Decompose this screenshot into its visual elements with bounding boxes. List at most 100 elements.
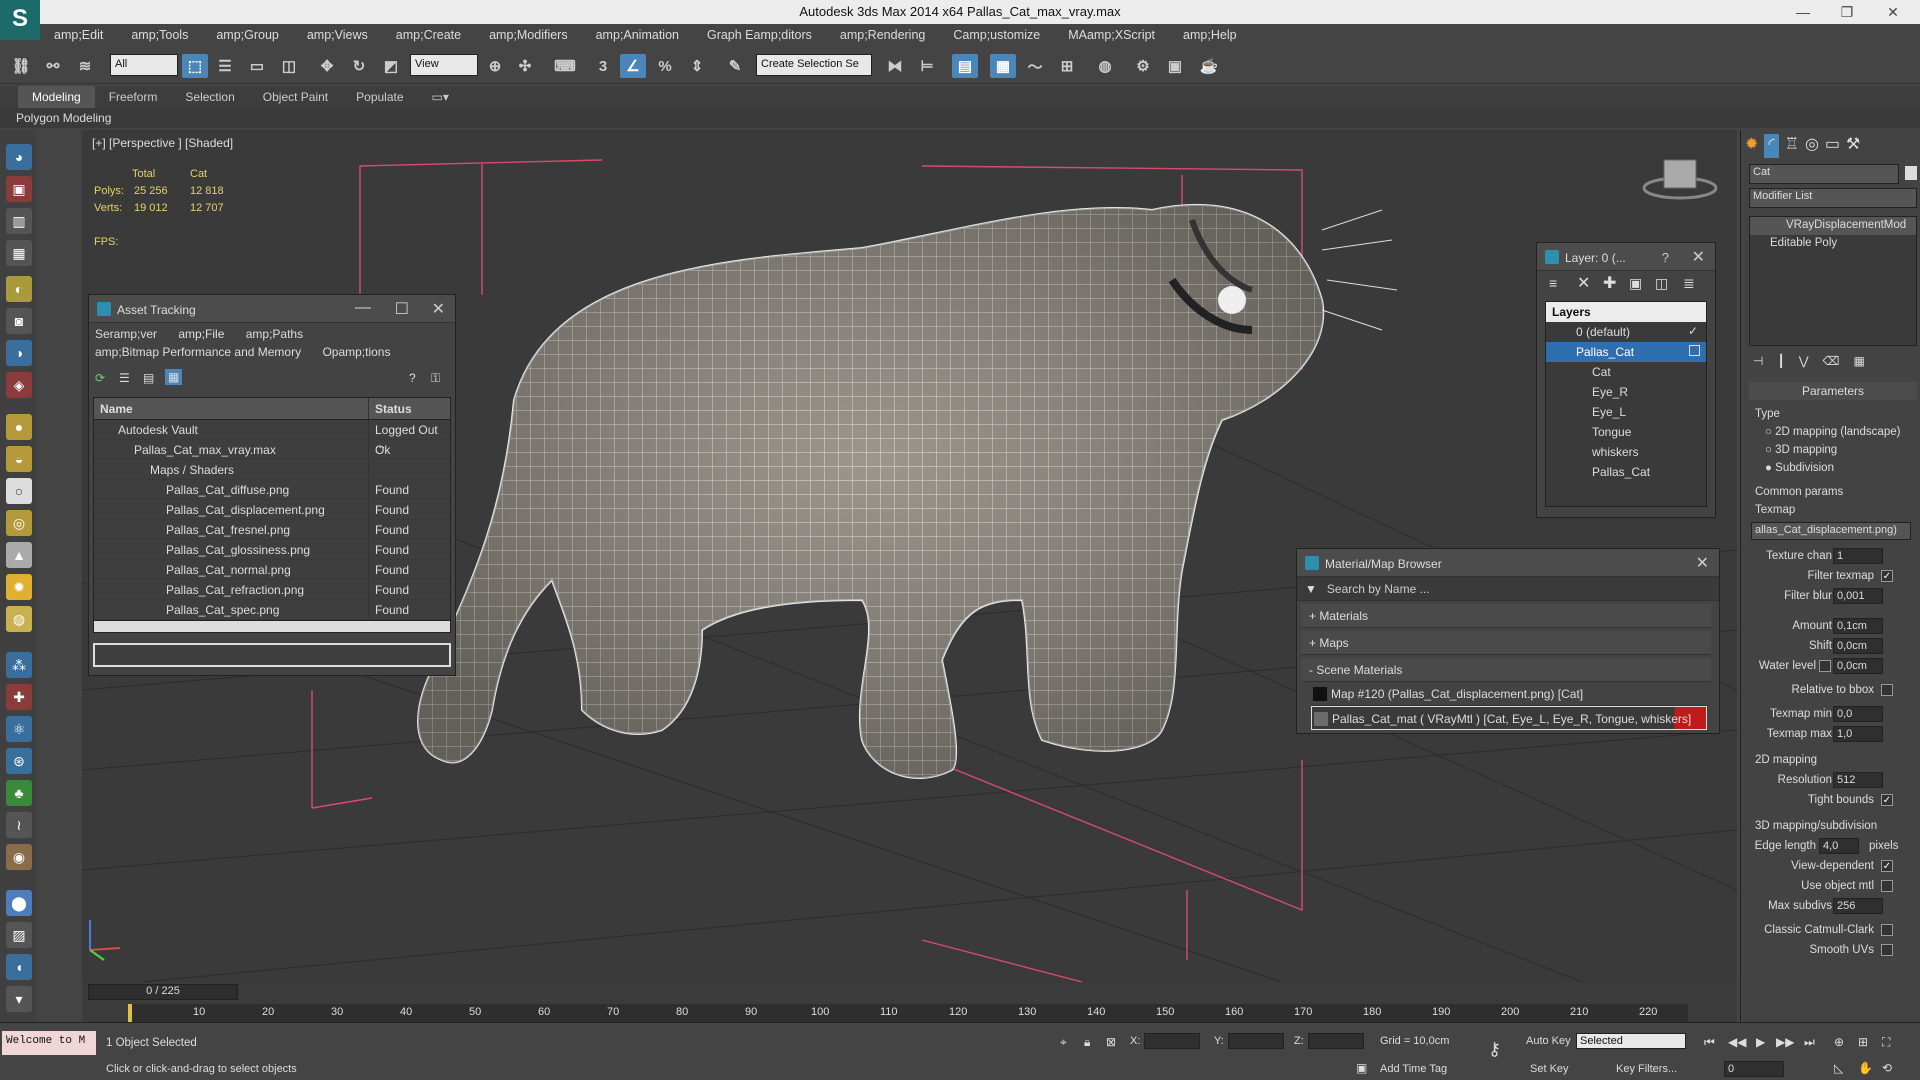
texmap-max-spinner[interactable]: 1,0 <box>1833 726 1883 742</box>
menu-tools[interactable]: amp;Tools <box>117 28 202 42</box>
maxscript-listener[interactable]: Welcome to M <box>2 1031 96 1055</box>
add-time-tag[interactable]: Add Time Tag <box>1380 1063 1447 1075</box>
menu-server[interactable]: Seramp;ver <box>95 327 157 341</box>
time-tag-icon[interactable]: ▣ <box>1356 1061 1367 1075</box>
layer-item[interactable]: Eye_R <box>1546 382 1706 402</box>
dynamics-icon[interactable]: ⚛ <box>6 716 32 742</box>
vault-icon[interactable]: ⚿ <box>431 371 440 386</box>
layer-item[interactable]: whiskers <box>1546 442 1706 462</box>
classic-catmull-checkbox[interactable] <box>1881 924 1893 936</box>
menu-modifiers[interactable]: amp;Modifiers <box>475 28 582 42</box>
table-row[interactable]: Pallas_Cat_displacement.png Found <box>94 500 450 520</box>
named-selection-dropdown[interactable]: Create Selection Se <box>756 54 872 76</box>
filter-blur-spinner[interactable]: 0,001 <box>1833 588 1883 604</box>
create-tab-icon[interactable]: ✹ <box>1745 134 1758 158</box>
use-object-mtl-checkbox[interactable] <box>1881 880 1893 892</box>
cone-icon[interactable]: ▲ <box>6 542 32 568</box>
box-icon[interactable]: ▣ <box>6 176 32 202</box>
help-icon[interactable]: ? <box>1662 250 1669 265</box>
align-icon[interactable]: ⊨ <box>914 54 940 78</box>
smooth-uvs-checkbox[interactable] <box>1881 944 1893 956</box>
scene-material-item[interactable]: Map #120 (Pallas_Cat_displacement.png) [… <box>1311 682 1707 706</box>
shift-spinner[interactable]: 0,0cm <box>1833 638 1883 654</box>
cat-wireframe-model[interactable] <box>417 203 1398 779</box>
rect-selection-icon[interactable]: ▭ <box>244 54 270 78</box>
sphere-icon[interactable]: ● <box>6 414 32 440</box>
close-icon[interactable]: ✕ <box>432 299 445 319</box>
water-level-checkbox[interactable] <box>1819 660 1831 672</box>
teapot-icon[interactable]: ◕ <box>6 144 32 170</box>
sun-icon[interactable]: ✹ <box>6 574 32 600</box>
compound-icon[interactable]: ✚ <box>6 684 32 710</box>
layer-item[interactable]: Pallas_Cat <box>1546 462 1706 482</box>
utilities-tab-icon[interactable]: ⚒ <box>1846 134 1860 158</box>
menu-options[interactable]: Opamp;tions <box>322 345 390 359</box>
geosphere-icon[interactable]: ◍ <box>6 606 32 632</box>
zoom-extents-icon[interactable]: ⛶ <box>1882 1035 1890 1050</box>
menu-bitmap-performance[interactable]: amp;Bitmap Performance and Memory <box>95 345 301 359</box>
menu-edit[interactable]: amp;Edit <box>40 28 117 42</box>
menu-customize[interactable]: Camp;ustomize <box>939 28 1054 42</box>
layer-item[interactable]: 0 (default) ✓ <box>1546 322 1706 342</box>
pivot-icon[interactable]: ⊕ <box>482 54 508 78</box>
unlink-icon[interactable]: ⚯ <box>40 54 66 78</box>
y-coordinate-field[interactable] <box>1228 1033 1284 1049</box>
hierarchy-tab-icon[interactable]: ♖ <box>1785 134 1799 158</box>
material-search-input[interactable]: Search by Name ... <box>1327 582 1430 596</box>
selection-filter-dropdown[interactable]: All <box>110 54 178 76</box>
cylinder-icon[interactable]: ▥ <box>6 208 32 234</box>
material-browser-titlebar[interactable]: Material/Map Browser ✕ <box>1297 549 1719 577</box>
foliage-icon[interactable]: ♣ <box>6 780 32 806</box>
resolution-spinner[interactable]: 512 <box>1833 772 1883 788</box>
set-key-button[interactable]: Set Key <box>1530 1063 1569 1075</box>
menu-paths[interactable]: amp;Paths <box>246 327 303 341</box>
refresh-icon[interactable]: ⟳ <box>95 371 105 385</box>
light-icon[interactable]: ◐ <box>6 276 32 302</box>
snap-toggle-icon[interactable]: 3 <box>590 54 616 78</box>
pan-icon[interactable]: ✋ <box>1858 1061 1873 1075</box>
max-subdivs-spinner[interactable]: 256 <box>1833 898 1883 914</box>
cloth-icon[interactable]: ◉ <box>6 844 32 870</box>
close-button[interactable]: ✕ <box>1878 2 1908 22</box>
pin-stack-icon[interactable]: ⊣ <box>1753 354 1763 376</box>
menu-file[interactable]: amp;File <box>178 327 224 341</box>
col-status[interactable]: Status <box>368 398 448 419</box>
asset-hscrollbar[interactable] <box>94 620 450 632</box>
auto-key-button[interactable]: Auto Key <box>1526 1035 1571 1047</box>
previous-frame-icon[interactable]: ◀◀ <box>1728 1035 1746 1049</box>
move-icon[interactable]: ✥ <box>314 54 340 78</box>
add-layer-icon[interactable]: ✚ <box>1603 273 1616 293</box>
key-filters-button[interactable]: Key Filters... <box>1616 1063 1677 1075</box>
table-view-icon[interactable]: ▦ <box>165 369 183 385</box>
zoom-icon[interactable]: ⊕ <box>1834 1035 1844 1049</box>
menu-animation[interactable]: amp;Animation <box>582 28 693 42</box>
layer-sort-icon[interactable]: ≡ <box>1549 275 1557 291</box>
viewcube-icon[interactable] <box>1642 159 1718 200</box>
vray-icon[interactable]: ◖ <box>6 954 32 980</box>
maximize-icon[interactable]: ☐ <box>395 299 409 319</box>
set-current-icon[interactable]: ≣ <box>1683 275 1695 292</box>
configure-sets-icon[interactable]: ▦ <box>1854 354 1865 376</box>
delete-layer-icon[interactable]: ✕ <box>1577 273 1590 293</box>
globe-icon[interactable]: ⊛ <box>6 748 32 774</box>
next-frame-icon[interactable]: ▶▶ <box>1776 1035 1794 1049</box>
table-row[interactable]: Pallas_Cat_diffuse.png Found <box>94 480 450 500</box>
render-setup-icon[interactable]: ⚙ <box>1130 54 1156 78</box>
table-row[interactable]: Pallas_Cat_fresnel.png Found <box>94 520 450 540</box>
helper-icon[interactable]: ◑ <box>6 340 32 366</box>
table-row[interactable]: Autodesk Vault Logged Out ... <box>94 420 450 451</box>
ribbon-polygon-modeling[interactable]: Polygon Modeling <box>16 111 111 125</box>
camera-icon[interactable]: ◙ <box>6 308 32 334</box>
select-by-name-icon[interactable]: ☰ <box>212 54 238 78</box>
radio-3d-mapping[interactable]: ○ 3D mapping <box>1765 444 1837 456</box>
scene-material-item-selected[interactable]: Pallas_Cat_mat ( VRayMtl ) [Cat, Eye_L, … <box>1311 706 1707 730</box>
viewport-label[interactable]: [+] [Perspective ] [Shaded] <box>92 136 233 150</box>
tight-bounds-checkbox[interactable]: ✓ <box>1881 794 1893 806</box>
tube-icon[interactable]: ◎ <box>6 510 32 536</box>
view-dependent-checkbox[interactable]: ✓ <box>1881 860 1893 872</box>
go-to-end-icon[interactable]: ⏭ <box>1804 1035 1815 1050</box>
motion-tab-icon[interactable]: ◎ <box>1805 134 1819 158</box>
modify-tab-icon[interactable]: ◜ <box>1764 134 1779 158</box>
object-name-field[interactable]: Cat <box>1749 164 1899 184</box>
percent-snap-icon[interactable]: % <box>652 54 678 78</box>
